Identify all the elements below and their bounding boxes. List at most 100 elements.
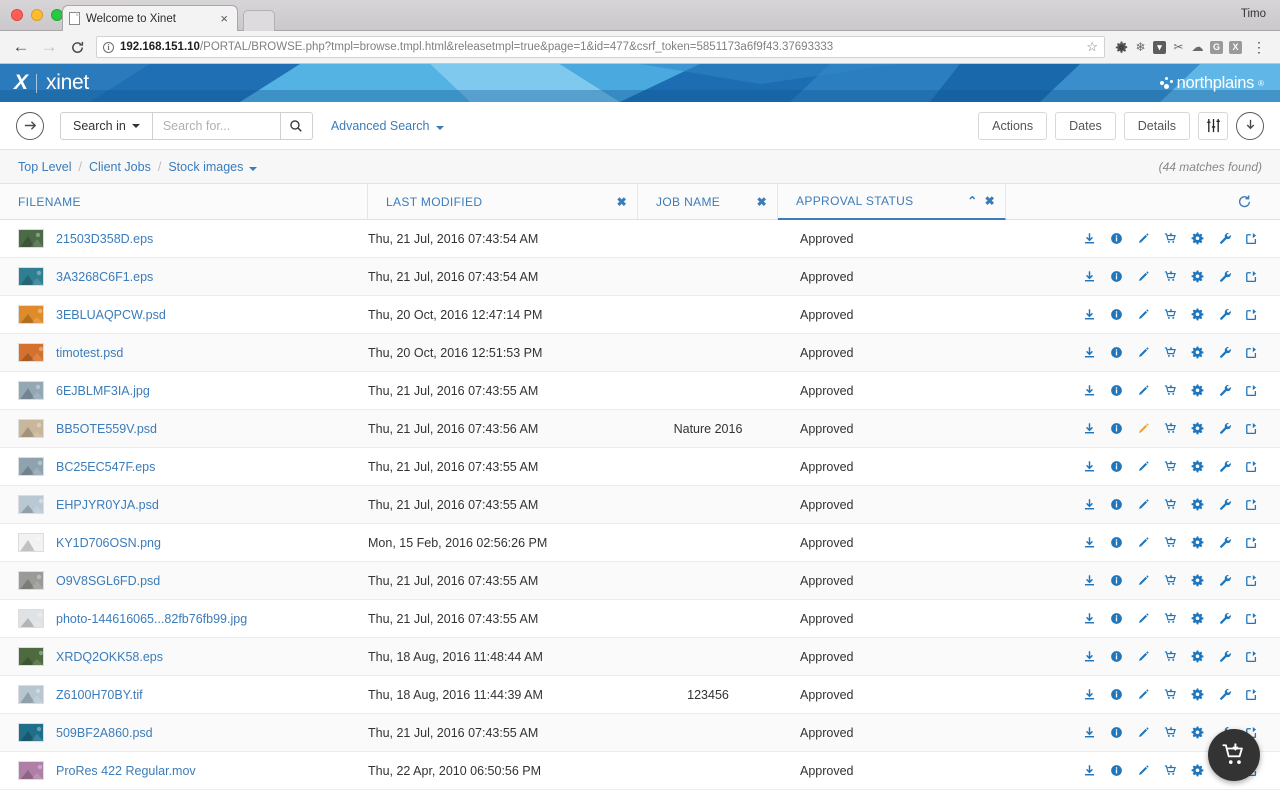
filename-link[interactable]: EHPJYR0YJA.psd [56, 498, 159, 512]
info-icon[interactable] [1109, 535, 1123, 551]
cart-icon[interactable] [1163, 725, 1177, 741]
wrench-icon[interactable] [1217, 421, 1231, 437]
back-icon[interactable]: ← [8, 34, 34, 60]
filter-settings-button[interactable] [1198, 111, 1228, 140]
info-icon[interactable] [1109, 383, 1123, 399]
table-row[interactable]: BB5OTE559V.psd Thu, 21 Jul, 2016 07:43:56… [0, 410, 1280, 448]
gear-icon[interactable] [1190, 269, 1204, 285]
close-tab-icon[interactable]: × [217, 12, 231, 25]
share-icon[interactable] [1244, 421, 1258, 437]
table-row[interactable]: 3A3268C6F1.eps Thu, 21 Jul, 2016 07:43:54… [0, 258, 1280, 296]
remove-column-icon[interactable]: ✖ [757, 195, 767, 209]
gear-icon[interactable] [1190, 535, 1204, 551]
gear-icon[interactable] [1190, 459, 1204, 475]
share-icon[interactable] [1244, 535, 1258, 551]
wrench-icon[interactable] [1217, 231, 1231, 247]
share-icon[interactable] [1244, 307, 1258, 323]
filename-link[interactable]: ProRes 422 Regular.mov [56, 764, 196, 778]
cart-icon[interactable] [1163, 269, 1177, 285]
browser-tab[interactable]: Welcome to Xinet × [62, 5, 238, 31]
share-icon[interactable] [1244, 383, 1258, 399]
wrench-icon[interactable] [1217, 687, 1231, 703]
edit-pencil-icon[interactable] [1136, 383, 1150, 399]
file-thumbnail[interactable] [18, 685, 44, 704]
filename-link[interactable]: 21503D358D.eps [56, 232, 153, 246]
advanced-search-link[interactable]: Advanced Search [331, 119, 444, 133]
download-icon[interactable] [1082, 649, 1096, 665]
share-icon[interactable] [1244, 611, 1258, 627]
download-icon[interactable] [1082, 307, 1096, 323]
gear-extension-icon[interactable] [1113, 36, 1130, 58]
gear-icon[interactable] [1190, 383, 1204, 399]
profile-user-label[interactable]: Timo [1241, 8, 1266, 20]
refresh-icon[interactable] [1237, 194, 1252, 209]
sort-ascending-icon[interactable]: ⌃ [967, 194, 977, 208]
file-thumbnail[interactable] [18, 761, 44, 780]
download-icon[interactable] [1082, 383, 1096, 399]
cart-icon[interactable] [1163, 497, 1177, 513]
browser-menu-icon[interactable]: ⋮ [1246, 34, 1272, 60]
remove-column-icon[interactable]: ✖ [985, 194, 995, 208]
file-thumbnail[interactable] [18, 457, 44, 476]
search-input[interactable]: Search for... [152, 111, 281, 140]
file-thumbnail[interactable] [18, 229, 44, 248]
download-icon[interactable] [1082, 535, 1096, 551]
edit-pencil-icon[interactable] [1136, 421, 1150, 437]
edit-pencil-icon[interactable] [1136, 459, 1150, 475]
bookmark-star-icon[interactable]: ☆ [1080, 39, 1098, 55]
cart-icon[interactable] [1163, 611, 1177, 627]
file-thumbnail[interactable] [18, 381, 44, 400]
table-row[interactable]: 3EBLUAQPCW.psd Thu, 20 Oct, 2016 12:47:14… [0, 296, 1280, 334]
edit-pencil-icon[interactable] [1136, 231, 1150, 247]
breadcrumb-item-top-level[interactable]: Top Level [18, 160, 72, 174]
share-icon[interactable] [1244, 687, 1258, 703]
forward-icon[interactable]: → [36, 34, 62, 60]
wrench-icon[interactable] [1217, 611, 1231, 627]
file-thumbnail[interactable] [18, 495, 44, 514]
wrench-icon[interactable] [1217, 649, 1231, 665]
info-icon[interactable] [1109, 725, 1123, 741]
cart-icon[interactable] [1163, 421, 1177, 437]
column-header-job-name[interactable]: JOB NAME ✖ [638, 184, 778, 219]
download-icon[interactable] [1082, 497, 1096, 513]
file-thumbnail[interactable] [18, 571, 44, 590]
file-thumbnail[interactable] [18, 305, 44, 324]
dates-button[interactable]: Dates [1055, 111, 1116, 140]
download-icon[interactable] [1082, 763, 1096, 779]
download-all-button[interactable] [1236, 111, 1264, 140]
gear-icon[interactable] [1190, 421, 1204, 437]
table-row[interactable]: BC25EC547F.eps Thu, 21 Jul, 2016 07:43:55… [0, 448, 1280, 486]
wrench-icon[interactable] [1217, 345, 1231, 361]
site-info-icon[interactable]: i [103, 41, 114, 53]
info-icon[interactable] [1109, 307, 1123, 323]
gear-icon[interactable] [1190, 763, 1204, 779]
file-thumbnail[interactable] [18, 419, 44, 438]
table-row[interactable]: photo-144616065...82fb76fb99.jpg Thu, 21 … [0, 600, 1280, 638]
filename-link[interactable]: BB5OTE559V.psd [56, 422, 157, 436]
share-icon[interactable] [1244, 573, 1258, 589]
file-thumbnail[interactable] [18, 723, 44, 742]
info-icon[interactable] [1109, 687, 1123, 703]
download-icon[interactable] [1082, 269, 1096, 285]
search-submit-button[interactable] [280, 111, 313, 140]
table-row[interactable]: Z6100H70BY.tif Thu, 18 Aug, 2016 11:44:39… [0, 676, 1280, 714]
info-icon[interactable] [1109, 497, 1123, 513]
edit-pencil-icon[interactable] [1136, 497, 1150, 513]
download-icon[interactable] [1082, 345, 1096, 361]
remove-column-icon[interactable]: ✖ [617, 195, 627, 209]
breadcrumb-item-client-jobs[interactable]: Client Jobs [89, 160, 151, 174]
cloud-extension-icon[interactable]: ☁ [1189, 36, 1206, 58]
column-header-filename[interactable]: FILENAME [0, 184, 368, 219]
table-row[interactable]: 21503D358D.eps Thu, 21 Jul, 2016 07:43:54… [0, 220, 1280, 258]
column-header-last-modified[interactable]: LAST MODIFIED ✖ [368, 184, 638, 219]
edit-pencil-icon[interactable] [1136, 725, 1150, 741]
filename-link[interactable]: Z6100H70BY.tif [56, 688, 143, 702]
filename-link[interactable]: timotest.psd [56, 346, 123, 360]
filename-link[interactable]: BC25EC547F.eps [56, 460, 155, 474]
wrench-icon[interactable] [1217, 497, 1231, 513]
share-icon[interactable] [1244, 459, 1258, 475]
cart-icon[interactable] [1163, 307, 1177, 323]
file-thumbnail[interactable] [18, 343, 44, 362]
minimize-window-button[interactable] [31, 9, 43, 21]
cart-icon[interactable] [1163, 763, 1177, 779]
